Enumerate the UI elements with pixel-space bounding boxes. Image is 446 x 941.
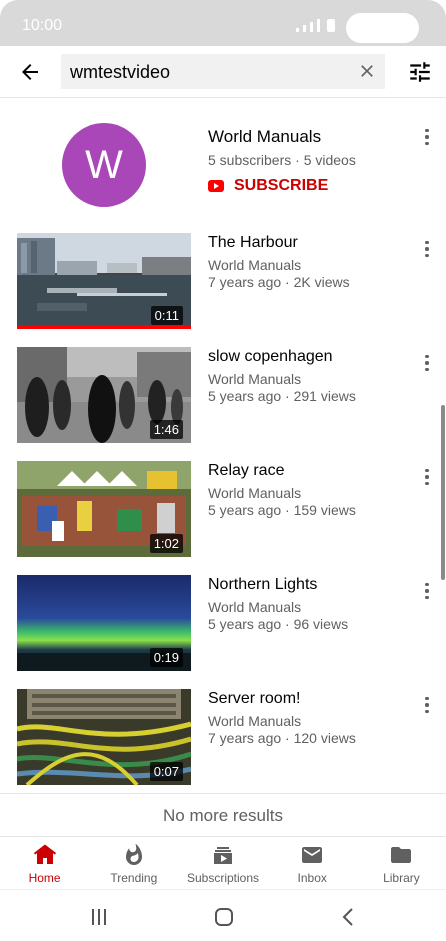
- nav-home[interactable]: Home: [0, 837, 89, 889]
- video-channel: World Manuals: [208, 371, 302, 387]
- channel-meta: 5 subscribers · 5 videos: [208, 152, 356, 168]
- nav-trending-label: Trending: [110, 871, 158, 885]
- video-item[interactable]: 0:11 The Harbour World Manuals 7 years a…: [0, 233, 446, 347]
- search-query: wmtestvideo: [70, 62, 171, 82]
- mail-icon: [302, 847, 323, 863]
- more-options-icon[interactable]: [417, 237, 437, 261]
- subscribe-button[interactable]: SUBSCRIBE: [208, 177, 328, 195]
- subscriptions-icon: [214, 847, 232, 864]
- home-button-icon[interactable]: [213, 906, 235, 928]
- folder-icon: [391, 847, 412, 863]
- video-meta: 7 years ago · 120 views: [208, 730, 356, 746]
- nav-subscriptions-label: Subscriptions: [186, 871, 260, 885]
- scrollbar[interactable]: [441, 405, 445, 580]
- back-button-icon[interactable]: [338, 906, 360, 928]
- nav-subscriptions[interactable]: Subscriptions: [178, 837, 267, 889]
- battery-icon: [327, 19, 335, 32]
- video-channel: World Manuals: [208, 257, 302, 273]
- video-channel: World Manuals: [208, 485, 302, 501]
- filter-icon[interactable]: [407, 59, 433, 85]
- end-of-results: No more results: [0, 793, 446, 837]
- home-icon: [33, 844, 56, 864]
- search-input[interactable]: wmtestvideo: [61, 54, 385, 89]
- channel-result[interactable]: W World Manuals 5 subscribers · 5 videos…: [0, 98, 446, 228]
- status-time: 10:00: [22, 17, 63, 34]
- video-duration: 1:46: [149, 420, 183, 439]
- bottom-nav: Home Trending Subscriptions Inbox Librar…: [0, 837, 446, 889]
- nav-inbox-label: Inbox: [297, 871, 327, 885]
- youtube-logo-icon: [208, 180, 224, 192]
- video-meta: 7 years ago · 2K views: [208, 274, 350, 290]
- nav-trending[interactable]: Trending: [89, 837, 178, 889]
- video-duration: 0:11: [150, 306, 183, 325]
- system-nav-bar: [0, 889, 446, 941]
- video-item[interactable]: 0:19 Northern Lights World Manuals 5 yea…: [0, 575, 446, 689]
- video-meta: 5 years ago · 159 views: [208, 502, 356, 518]
- video-duration: 1:02: [149, 534, 183, 553]
- channel-name: World Manuals: [208, 127, 322, 146]
- flame-icon: [125, 843, 142, 865]
- watch-progress-bar: [17, 325, 191, 329]
- video-thumbnail[interactable]: 0:19: [17, 575, 191, 671]
- video-channel: World Manuals: [208, 713, 302, 729]
- more-options-icon[interactable]: [417, 351, 437, 375]
- video-meta: 5 years ago · 291 views: [208, 388, 356, 404]
- video-meta: 5 years ago · 96 views: [208, 616, 349, 632]
- video-title[interactable]: Server room!: [208, 690, 300, 708]
- status-bar: 10:00: [0, 0, 446, 46]
- back-arrow-icon[interactable]: [18, 60, 42, 84]
- nav-library-label: Library: [383, 871, 420, 885]
- video-item[interactable]: 0:07 Server room! World Manuals 7 years …: [0, 689, 446, 803]
- video-item[interactable]: 1:46 slow copenhagen World Manuals 5 yea…: [0, 347, 446, 461]
- video-item[interactable]: 1:02 Relay race World Manuals 5 years ag…: [0, 461, 446, 575]
- signal-icon: [296, 19, 335, 32]
- video-thumbnail[interactable]: 1:46: [17, 347, 191, 443]
- nav-home-label: Home: [28, 871, 61, 885]
- close-icon[interactable]: [357, 61, 377, 81]
- video-title[interactable]: Relay race: [208, 462, 284, 480]
- camera-cutout: [346, 13, 419, 43]
- recent-apps-icon[interactable]: [88, 906, 110, 928]
- video-title[interactable]: Northern Lights: [208, 576, 317, 594]
- subscribe-label: SUBSCRIBE: [234, 177, 329, 194]
- more-options-icon[interactable]: [417, 125, 437, 149]
- more-options-icon[interactable]: [417, 465, 437, 489]
- search-header: wmtestvideo: [0, 46, 446, 98]
- nav-library[interactable]: Library: [357, 837, 446, 889]
- nav-inbox[interactable]: Inbox: [268, 837, 357, 889]
- avatar[interactable]: W: [62, 123, 146, 207]
- more-options-icon[interactable]: [417, 579, 437, 603]
- video-duration: 0:07: [149, 762, 183, 781]
- video-duration: 0:19: [149, 648, 183, 667]
- video-title[interactable]: The Harbour: [208, 234, 298, 252]
- video-thumbnail[interactable]: 0:11: [17, 233, 191, 329]
- video-channel: World Manuals: [208, 599, 302, 615]
- video-thumbnail[interactable]: 0:07: [17, 689, 191, 785]
- video-title[interactable]: slow copenhagen: [208, 348, 333, 366]
- video-thumbnail[interactable]: 1:02: [17, 461, 191, 557]
- more-options-icon[interactable]: [417, 693, 437, 717]
